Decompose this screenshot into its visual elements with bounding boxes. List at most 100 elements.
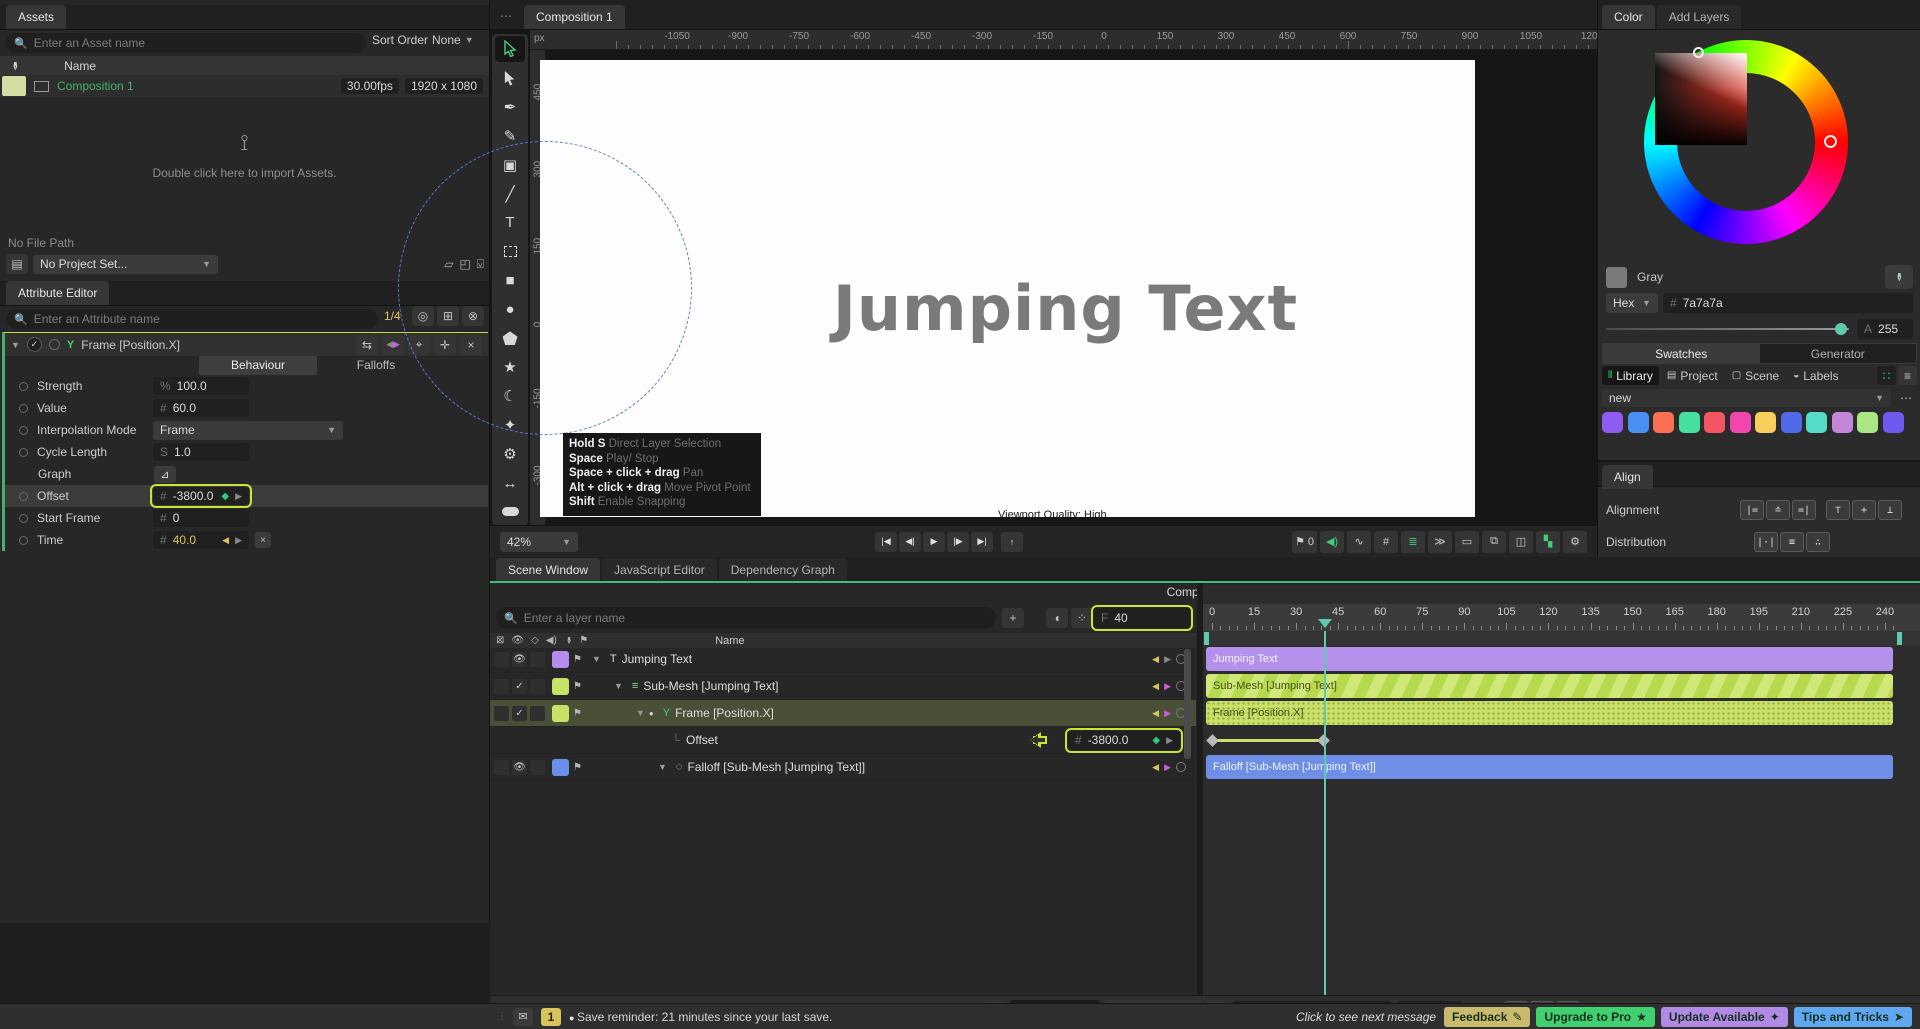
alpha-slider[interactable] [1606, 328, 1849, 330]
lock-cell[interactable] [494, 760, 509, 775]
enabled-checkbox[interactable]: ✓ [512, 706, 527, 721]
timeline-bar-dots[interactable]: Frame [Position.X] [1206, 701, 1893, 725]
prev-frame-button[interactable]: ◀| [899, 532, 921, 552]
collapse-chevron-icon[interactable]: ▼ [11, 340, 20, 350]
panel-menu-icon[interactable]: ⋯ [500, 9, 512, 23]
sort-order-dropdown[interactable]: None [432, 33, 461, 47]
motion-path-icon[interactable]: ∿ [1347, 531, 1371, 553]
graph-button[interactable]: ⊿ [154, 466, 176, 483]
direct-select-tool[interactable] [495, 65, 525, 91]
flag-counter[interactable]: ⚑ 0 [1292, 531, 1317, 553]
attribute-connector[interactable] [19, 514, 28, 523]
next-key-icon[interactable]: ▶ [1164, 654, 1171, 665]
next-key-icon[interactable]: ▶ [235, 491, 242, 502]
color-swatch-4[interactable] [1704, 412, 1725, 433]
color-swatch-7[interactable] [1781, 412, 1802, 433]
next-key-icon[interactable]: ▶ [235, 535, 242, 546]
extra-cell[interactable] [530, 706, 545, 721]
list-view-icon[interactable]: ≡ [1898, 366, 1917, 385]
lock-cell[interactable] [494, 652, 509, 667]
color-swatch-1[interactable] [1628, 412, 1649, 433]
attribute-connector[interactable] [19, 536, 28, 545]
timeline-bar-purple[interactable]: Jumping Text [1206, 647, 1893, 671]
audio-column-icon[interactable]: ◀) [546, 635, 557, 646]
expand-chevron-icon[interactable]: ▼ [614, 681, 623, 691]
source-library[interactable]: ⫴Library [1602, 366, 1659, 385]
align-h-button-0[interactable]: |= [1740, 500, 1764, 520]
statusbar-button-feedback[interactable]: Feedback✎ [1444, 1007, 1530, 1027]
bounds-icon[interactable]: ▭ [1455, 531, 1479, 553]
color-swatch-5[interactable] [1730, 412, 1751, 433]
attribute-editor-tab[interactable]: Attribute Editor [6, 281, 109, 305]
settings-icon[interactable]: ⚙ [1563, 531, 1587, 553]
flag-icon[interactable]: ⚑ [573, 762, 582, 773]
asset-row-composition[interactable]: Composition 1 30.00fps 1920 x 1080 [0, 75, 489, 97]
tab-color[interactable]: Color [1602, 5, 1655, 29]
attribute-connector[interactable] [19, 382, 28, 391]
import-assets-hint[interactable]: ⟟ Double click here to import Assets. [0, 130, 489, 180]
keyframe-icon[interactable]: ◆ [221, 491, 229, 502]
next-frame-button[interactable]: |▶ [947, 532, 969, 552]
transparency-icon[interactable]: ▚ [1536, 531, 1560, 553]
render-column-icon[interactable]: ◇ [531, 635, 539, 646]
message-count-badge[interactable]: 1 [541, 1008, 561, 1026]
sv-selector[interactable] [1693, 47, 1704, 58]
color-swatch-6[interactable] [1755, 412, 1776, 433]
viewport-tab-composition[interactable]: Composition 1 [524, 5, 625, 29]
align-tab[interactable]: Align [1602, 465, 1653, 489]
audio-icon[interactable]: ◀) [1320, 531, 1344, 553]
tab-add-layers[interactable]: Add Layers [1657, 5, 1742, 29]
color-swatch-8[interactable] [1806, 412, 1827, 433]
prev-key-icon[interactable]: ◀ [1152, 762, 1159, 773]
color-swatch-0[interactable] [1602, 412, 1623, 433]
next-key-icon[interactable]: ▶ [1164, 762, 1171, 773]
tab-javascript-editor[interactable]: JavaScript Editor [602, 558, 717, 581]
enabled-checkbox[interactable]: ✓ [512, 679, 527, 694]
layer-row-offset[interactable]: └Offset#-3800.0◆▶ [490, 727, 1196, 754]
export-frame-button[interactable]: ↑ [1001, 532, 1023, 552]
onion-skin-icon[interactable]: ≣ [1401, 531, 1425, 553]
align-h-button-1[interactable]: ≐ [1766, 500, 1790, 520]
attribute-connector[interactable] [19, 492, 28, 501]
expand-chevron-icon[interactable]: ▼ [592, 654, 601, 664]
zoom-level-dropdown[interactable]: 42%▼ [500, 532, 578, 552]
project-folder-icon[interactable]: ▤ [6, 254, 28, 274]
next-key-icon[interactable]: ▶ [1166, 735, 1173, 746]
source-project[interactable]: ▤Project [1661, 366, 1724, 385]
alpha-slider-knob[interactable] [1835, 323, 1847, 335]
layer-color-chip[interactable] [552, 678, 569, 695]
hex-input[interactable]: #7a7a7a [1663, 293, 1913, 313]
prev-key-icon[interactable]: ◀ [222, 535, 229, 546]
color-mode-dropdown[interactable]: Hex▼ [1606, 293, 1658, 313]
width-tool[interactable]: ↔ [495, 470, 525, 496]
select-tool[interactable] [495, 36, 525, 62]
expand-chevron-icon[interactable]: ▼ [658, 762, 667, 772]
current-color-swatch[interactable] [1606, 267, 1627, 288]
current-frame-field[interactable]: F40 [1094, 608, 1190, 628]
assets-tab[interactable]: Assets [6, 5, 66, 29]
attribute-connector[interactable] [19, 448, 28, 457]
enabled-checkbox[interactable]: ✓ [27, 337, 42, 352]
timeline[interactable]: 0153045607590105120135150165180195210225… [1203, 585, 1920, 995]
align-v-button-0[interactable]: ⊤ [1826, 500, 1850, 520]
flag-column-icon[interactable]: ⚑ [579, 635, 588, 646]
falloff-radius-outline[interactable] [398, 141, 692, 435]
value-field[interactable]: #60.0 [153, 399, 249, 417]
time-field[interactable]: #40.0◀▶ [153, 531, 249, 549]
playhead-handle[interactable] [1318, 619, 1332, 635]
next-message-hint[interactable]: Click to see next message [1296, 1010, 1436, 1024]
solo-radio[interactable] [49, 339, 60, 350]
work-area-start-marker[interactable] [1204, 632, 1209, 645]
solo-dot[interactable]: ● [649, 709, 654, 718]
keyframe-diamond-start[interactable] [1206, 734, 1219, 747]
attribute-connector[interactable] [19, 426, 28, 435]
layer-color-chip[interactable] [552, 651, 569, 668]
extra-cell[interactable] [530, 760, 545, 775]
eyedropper-icon[interactable]: ✒ [8, 60, 22, 70]
layer-row-jumping-text[interactable]: 👁⚑▼TJumping Text◀▶ [490, 646, 1196, 673]
prev-key-icon[interactable]: ◀ [1152, 654, 1159, 665]
align-v-button-2[interactable]: ⊥ [1878, 500, 1902, 520]
timeline-bar-blue[interactable]: Falloff [Sub-Mesh [Jumping Text]] [1206, 755, 1893, 779]
isolate-icon[interactable]: ◖ [1046, 608, 1068, 628]
tab-scene-window[interactable]: Scene Window [496, 558, 600, 581]
